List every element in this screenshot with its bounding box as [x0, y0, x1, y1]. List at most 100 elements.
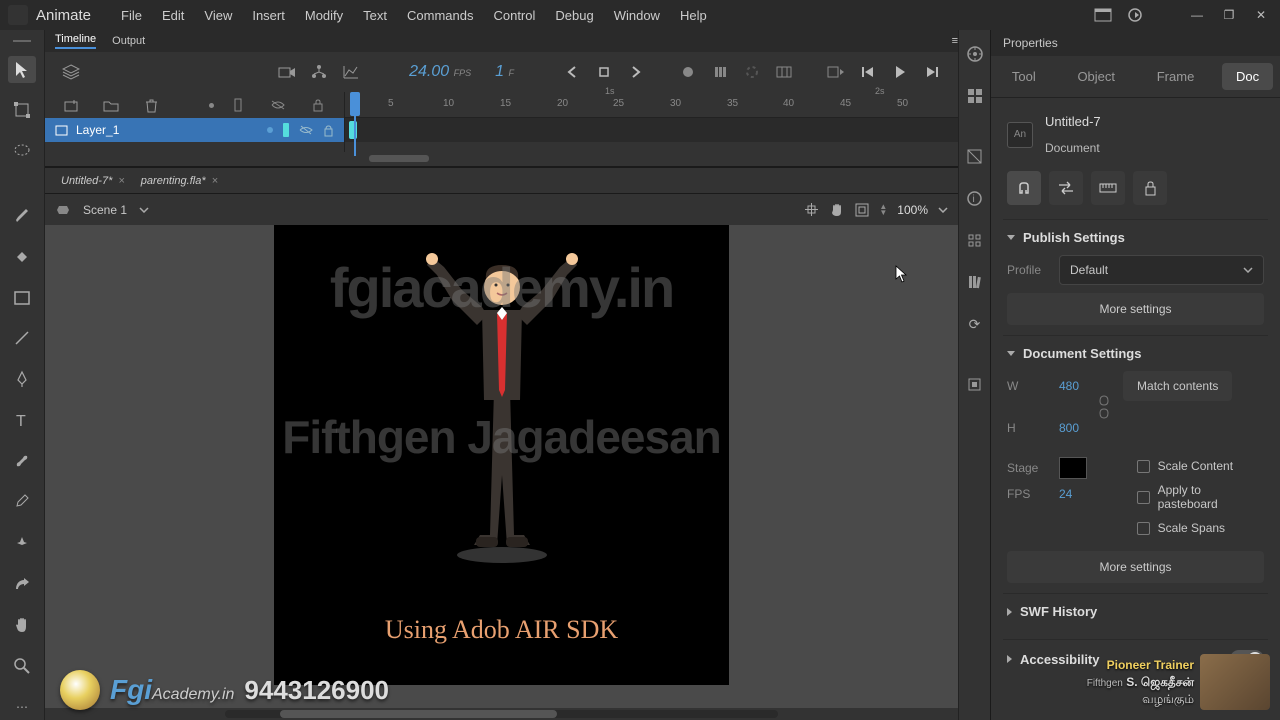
- free-transform-tool[interactable]: [8, 97, 36, 124]
- frame-display[interactable]: 1 F: [495, 63, 514, 81]
- close-icon[interactable]: ×: [118, 175, 124, 187]
- close-icon[interactable]: ×: [212, 175, 218, 187]
- highlight-dot-icon[interactable]: [209, 103, 214, 108]
- panel-handle-icon[interactable]: [13, 40, 31, 42]
- text-tool[interactable]: T: [8, 407, 36, 434]
- layer-parenting-icon[interactable]: [307, 60, 331, 84]
- doc-tab-parenting[interactable]: parenting.fla*×: [135, 172, 224, 190]
- center-stage-icon[interactable]: [804, 202, 819, 217]
- frame-track[interactable]: [345, 118, 958, 142]
- tab-tool[interactable]: Tool: [998, 63, 1050, 90]
- zoom-dropdown-icon[interactable]: [938, 207, 948, 213]
- layer-lock-icon[interactable]: [323, 124, 334, 137]
- lock-icon[interactable]: [1133, 171, 1167, 205]
- cc-library-icon[interactable]: [961, 82, 989, 110]
- menu-view[interactable]: View: [194, 4, 242, 27]
- layer-outline-icon[interactable]: [299, 125, 313, 135]
- rotate-stage-icon[interactable]: [829, 202, 845, 218]
- bone-tool[interactable]: [8, 448, 36, 475]
- fps-display[interactable]: 24.00 FPS: [409, 63, 471, 81]
- pin-tool[interactable]: [8, 530, 36, 557]
- apply-pasteboard-checkbox[interactable]: [1137, 491, 1150, 504]
- snap-icon[interactable]: [1007, 171, 1041, 205]
- camera-layer-icon[interactable]: [275, 60, 299, 84]
- doc-tab-untitled[interactable]: Untitled-7*×: [55, 172, 131, 190]
- more-tools-icon[interactable]: ⋯: [8, 693, 36, 720]
- graph-icon[interactable]: [339, 60, 363, 84]
- menu-modify[interactable]: Modify: [295, 4, 353, 27]
- tab-doc[interactable]: Doc: [1222, 63, 1273, 90]
- ruler-icon[interactable]: [1091, 171, 1125, 205]
- fps-value[interactable]: 24: [1059, 487, 1072, 501]
- color-panel-icon[interactable]: [961, 142, 989, 170]
- line-tool[interactable]: [8, 325, 36, 352]
- timeline-scrollbar[interactable]: [369, 155, 429, 162]
- clip-stage-icon[interactable]: [855, 203, 869, 217]
- menu-debug[interactable]: Debug: [545, 4, 603, 27]
- menu-control[interactable]: Control: [483, 4, 545, 27]
- rectangle-tool[interactable]: [8, 284, 36, 311]
- assets-panel-icon[interactable]: [961, 40, 989, 68]
- paint-bucket-tool[interactable]: [8, 243, 36, 270]
- step-forward-icon[interactable]: [624, 60, 648, 84]
- library-panel-icon[interactable]: [961, 268, 989, 296]
- playhead[interactable]: [350, 92, 360, 152]
- new-folder-icon[interactable]: [99, 93, 123, 117]
- docset-more-button[interactable]: More settings: [1007, 551, 1264, 583]
- lock-column-icon[interactable]: [306, 93, 330, 117]
- scale-content-checkbox[interactable]: [1137, 460, 1150, 473]
- menu-help[interactable]: Help: [670, 4, 717, 27]
- camera-tool[interactable]: [8, 570, 36, 597]
- brush-tool[interactable]: [8, 202, 36, 229]
- layer-row[interactable]: Layer_1: [45, 118, 344, 142]
- menu-file[interactable]: File: [111, 4, 152, 27]
- close-button[interactable]: ✕: [1250, 6, 1272, 24]
- stage-scrollbar[interactable]: [225, 710, 778, 718]
- timeline-ruler[interactable]: 5 10 15 20 1s 25 30 35 40 45 2s 50: [345, 92, 958, 118]
- layer-visibility-icon[interactable]: [283, 123, 289, 137]
- edit-multiple-icon[interactable]: [708, 60, 732, 84]
- align-panel-icon[interactable]: [961, 226, 989, 254]
- lasso-tool[interactable]: [8, 138, 36, 165]
- scene-name[interactable]: Scene 1: [83, 203, 127, 217]
- frame-view-icon[interactable]: [772, 60, 796, 84]
- eyedropper-tool[interactable]: [8, 489, 36, 516]
- scene-dropdown-icon[interactable]: [139, 207, 149, 213]
- delete-layer-icon[interactable]: [139, 93, 163, 117]
- docset-section-header[interactable]: Document Settings: [1007, 346, 1264, 361]
- components-icon[interactable]: [961, 370, 989, 398]
- marker-icon[interactable]: [740, 60, 764, 84]
- outline-column-icon[interactable]: [266, 93, 290, 117]
- menu-edit[interactable]: Edit: [152, 4, 194, 27]
- transform-panel-icon[interactable]: ⟳: [961, 310, 989, 338]
- tab-object[interactable]: Object: [1063, 63, 1129, 90]
- pen-tool[interactable]: [8, 366, 36, 393]
- stage-color-swatch[interactable]: [1059, 457, 1087, 479]
- layers-icon[interactable]: [59, 60, 83, 84]
- insert-frames-icon[interactable]: [824, 60, 848, 84]
- scale-spans-checkbox[interactable]: [1137, 522, 1150, 535]
- visibility-column-icon[interactable]: [226, 93, 250, 117]
- swf-section-header[interactable]: SWF History: [1007, 604, 1264, 619]
- tab-frame[interactable]: Frame: [1143, 63, 1209, 90]
- menu-window[interactable]: Window: [604, 4, 670, 27]
- publish-more-button[interactable]: More settings: [1007, 293, 1264, 325]
- tab-timeline[interactable]: Timeline: [55, 33, 96, 49]
- hand-tool[interactable]: [8, 611, 36, 638]
- height-value[interactable]: 800: [1059, 421, 1079, 435]
- stage[interactable]: Using Adob AIR SDK fgiacademy.in Fifthge…: [45, 225, 958, 708]
- menu-commands[interactable]: Commands: [397, 4, 483, 27]
- profile-select[interactable]: Default: [1059, 255, 1264, 285]
- sync-icon[interactable]: [1124, 6, 1146, 24]
- step-back-icon[interactable]: [560, 60, 584, 84]
- edit-scene-icon[interactable]: [55, 202, 71, 218]
- maximize-button[interactable]: ❐: [1218, 6, 1240, 24]
- tab-output[interactable]: Output: [112, 35, 145, 47]
- zoom-stepper-icon[interactable]: ▲▼: [879, 204, 887, 216]
- rewind-icon[interactable]: [856, 60, 880, 84]
- swap-icon[interactable]: [1049, 171, 1083, 205]
- minimize-button[interactable]: —: [1186, 6, 1208, 24]
- selection-tool[interactable]: [8, 56, 36, 83]
- canvas[interactable]: Using Adob AIR SDK: [274, 225, 729, 685]
- fast-forward-icon[interactable]: [920, 60, 944, 84]
